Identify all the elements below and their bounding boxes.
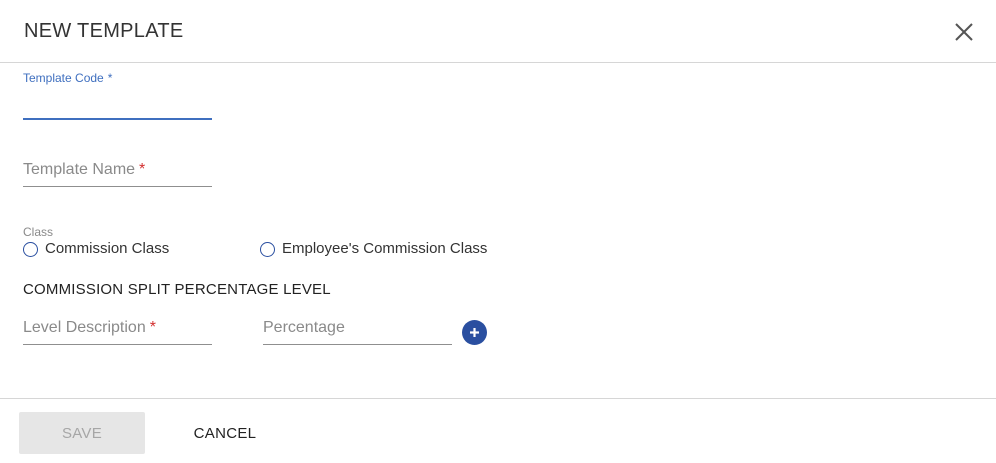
level-description-field[interactable]: Level Description * [23, 305, 212, 345]
class-group-label: Class [23, 225, 54, 239]
template-code-underline [23, 118, 212, 120]
radio-circle-icon[interactable] [23, 242, 38, 257]
required-mark: * [139, 161, 146, 178]
add-level-button[interactable] [462, 320, 487, 345]
required-mark: * [107, 71, 113, 85]
dialog-header: NEW TEMPLATE [0, 0, 996, 63]
dialog-title: NEW TEMPLATE [24, 20, 184, 42]
percentage-field[interactable]: Percentage [263, 305, 452, 345]
level-description-label-text: Level Description [23, 319, 146, 336]
level-description-underline [23, 344, 212, 345]
template-code-label-text: Template Code [23, 71, 104, 85]
template-code-field[interactable]: Template Code * [23, 71, 212, 120]
template-code-label: Template Code * [23, 71, 112, 85]
percentage-underline [263, 344, 452, 345]
close-icon [955, 23, 973, 41]
radio-commission-class[interactable]: Commission Class [23, 239, 169, 257]
close-button[interactable] [952, 20, 976, 44]
template-code-input[interactable] [23, 100, 212, 117]
template-name-label: Template Name * [23, 161, 145, 179]
template-name-field[interactable]: Template Name * [23, 147, 212, 187]
radio-commission-class-label: Commission Class [45, 239, 170, 257]
template-name-underline [23, 186, 212, 187]
dialog-footer: SAVE CANCEL [0, 398, 996, 463]
radio-employees-commission-class-label: Employee's Commission Class [282, 239, 488, 257]
radio-employees-commission-class[interactable]: Employee's Commission Class [260, 239, 487, 257]
radio-circle-icon[interactable] [260, 242, 275, 257]
required-mark: * [149, 319, 156, 336]
save-button[interactable]: SAVE [19, 412, 145, 454]
percentage-label: Percentage [263, 319, 345, 336]
cancel-button[interactable]: CANCEL [186, 412, 264, 454]
plus-icon [470, 328, 479, 337]
level-description-label: Level Description * [23, 319, 156, 337]
template-name-label-text: Template Name [23, 161, 136, 178]
commission-split-heading: COMMISSION SPLIT PERCENTAGE LEVEL [23, 281, 331, 298]
